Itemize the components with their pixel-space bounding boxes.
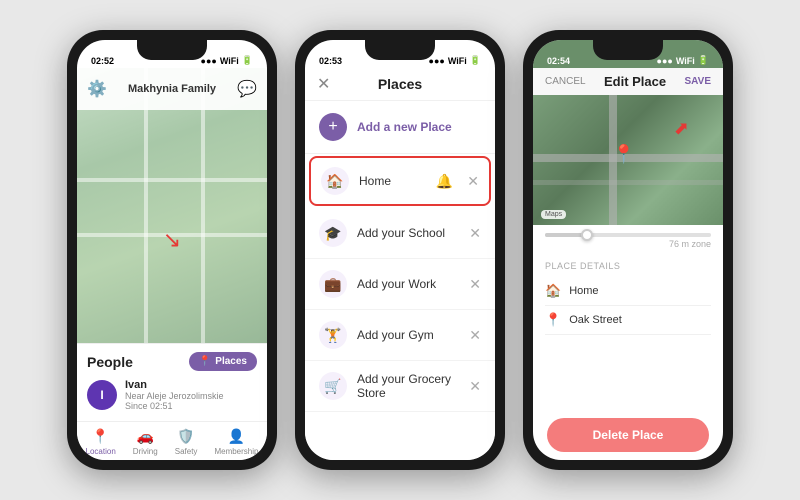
phone-1: 02:52 ●●● WiFi 🔋 ⚙️ Makhynia Family 💬 xyxy=(67,30,277,470)
close-button[interactable]: ✕ xyxy=(317,74,330,94)
place-details-title: Place details xyxy=(545,261,711,271)
map-road-3 xyxy=(533,180,723,185)
grocery-icon: 🛒 xyxy=(319,372,347,400)
gym-icon: 🏋 xyxy=(319,321,347,349)
location-icon: 📍 xyxy=(92,428,109,445)
road-h1 xyxy=(77,178,267,182)
places-header: ✕ Places xyxy=(305,68,495,101)
nav-driving-label: Driving xyxy=(133,447,158,456)
people-panel: People 📍 Places I Ivan Near Aleje Jerozo… xyxy=(77,343,267,421)
place-school[interactable]: 🎓 Add your School ✕ xyxy=(305,208,495,259)
status-icons-3: ●●● WiFi 🔋 xyxy=(657,55,709,66)
map-arrow: ↘ xyxy=(163,227,181,253)
work-label: Add your Work xyxy=(357,277,459,291)
place-address-text: Oak Street xyxy=(569,314,622,326)
places-icon: 📍 xyxy=(199,356,211,367)
person-avatar: I xyxy=(87,380,117,410)
person-info: Ivan Near Aleje Jerozolimskie Since 02:5… xyxy=(125,379,257,411)
home-label: Home xyxy=(359,174,426,188)
notch-2 xyxy=(365,40,435,60)
home-remove-icon[interactable]: ✕ xyxy=(467,173,479,190)
nav-membership[interactable]: 👤 Membership xyxy=(214,428,258,456)
work-remove-icon[interactable]: ✕ xyxy=(469,276,481,293)
nav-membership-label: Membership xyxy=(214,447,258,456)
places-label: Places xyxy=(215,356,247,367)
grocery-label: Add your Grocery Store xyxy=(357,372,459,400)
save-button[interactable]: SAVE xyxy=(685,76,712,87)
map-header: ⚙️ Makhynia Family 💬 xyxy=(77,68,267,110)
radius-thumb[interactable] xyxy=(581,229,593,241)
nav-safety-label: Safety xyxy=(175,447,198,456)
place-details-section: Place details 🏠 Home 📍 Oak Street xyxy=(533,253,723,410)
home-detail-icon: 🏠 xyxy=(545,283,561,299)
gym-label: Add your Gym xyxy=(357,328,459,342)
status-icons-2: ●●● WiFi 🔋 xyxy=(429,55,481,66)
driving-icon: 🚗 xyxy=(137,428,154,445)
bottom-nav: 📍 Location 🚗 Driving 🛡️ Safety 👤 Members… xyxy=(77,421,267,460)
gear-icon[interactable]: ⚙️ xyxy=(87,79,107,99)
notch-3 xyxy=(593,40,663,60)
status-icons-1: ●●● WiFi 🔋 xyxy=(201,55,253,66)
place-gym[interactable]: 🏋 Add your Gym ✕ xyxy=(305,310,495,361)
gym-remove-icon[interactable]: ✕ xyxy=(469,327,481,344)
home-icon: 🏠 xyxy=(321,167,349,195)
map-pin-icon: 📍 xyxy=(613,144,635,165)
message-icon[interactable]: 💬 xyxy=(237,79,257,99)
place-address-row[interactable]: 📍 Oak Street xyxy=(545,306,711,335)
map-preview: 📍 ➡ Maps xyxy=(533,95,723,225)
school-label: Add your School xyxy=(357,226,459,240)
person-location: Near Aleje Jerozolimskie xyxy=(125,391,257,401)
school-icon: 🎓 xyxy=(319,219,347,247)
maps-badge: Maps xyxy=(541,210,566,219)
delete-place-button[interactable]: Delete Place xyxy=(547,418,709,452)
radius-label: 76 m zone xyxy=(545,239,711,249)
safety-icon: 🛡️ xyxy=(177,428,194,445)
nav-location-label: Location xyxy=(86,447,116,456)
place-grocery[interactable]: 🛒 Add your Grocery Store ✕ xyxy=(305,361,495,412)
person-row[interactable]: I Ivan Near Aleje Jerozolimskie Since 02… xyxy=(87,379,257,411)
people-title: People xyxy=(87,354,133,370)
radius-container: 76 m zone xyxy=(533,225,723,253)
add-circle-icon: + xyxy=(319,113,347,141)
place-work[interactable]: 💼 Add your Work ✕ xyxy=(305,259,495,310)
places-screen-title: Places xyxy=(378,76,422,92)
work-icon: 💼 xyxy=(319,270,347,298)
nav-driving[interactable]: 🚗 Driving xyxy=(133,428,158,456)
add-new-place-button[interactable]: + Add a new Place xyxy=(305,101,495,154)
cancel-button[interactable]: CANCEL xyxy=(545,76,586,87)
edit-place-title: Edit Place xyxy=(604,74,666,89)
add-place-label: Add a new Place xyxy=(357,120,452,134)
edit-place-header: CANCEL Edit Place SAVE xyxy=(533,68,723,95)
nav-safety[interactable]: 🛡️ Safety xyxy=(175,428,198,456)
places-button[interactable]: 📍 Places xyxy=(189,352,257,371)
school-remove-icon[interactable]: ✕ xyxy=(469,225,481,242)
place-name-text: Home xyxy=(569,285,598,297)
time-2: 02:53 xyxy=(319,56,342,66)
nav-location[interactable]: 📍 Location xyxy=(86,428,116,456)
place-name-row[interactable]: 🏠 Home xyxy=(545,277,711,306)
person-since: Since 02:51 xyxy=(125,401,257,411)
family-label: Makhynia Family xyxy=(128,83,216,95)
places-list: + Add a new Place 🏠 Home 🔔 ✕ 🎓 Add your … xyxy=(305,101,495,460)
location-detail-icon: 📍 xyxy=(545,312,561,328)
phones-container: 02:52 ●●● WiFi 🔋 ⚙️ Makhynia Family 💬 xyxy=(67,30,733,470)
bell-icon[interactable]: 🔔 xyxy=(436,173,453,190)
phone-2: 02:53 ●●● WiFi 🔋 ✕ Places + Add a new Pl… xyxy=(295,30,505,470)
phone-3: 02:54 ●●● WiFi 🔋 CANCEL Edit Place SAVE xyxy=(523,30,733,470)
time-3: 02:54 xyxy=(547,56,570,66)
grocery-remove-icon[interactable]: ✕ xyxy=(469,378,481,395)
map-area: ⚙️ Makhynia Family 💬 ↘ xyxy=(77,68,267,343)
membership-icon: 👤 xyxy=(228,428,245,445)
person-name: Ivan xyxy=(125,379,257,391)
notch-1 xyxy=(137,40,207,60)
place-home[interactable]: 🏠 Home 🔔 ✕ xyxy=(309,156,491,206)
radius-bar xyxy=(545,233,711,237)
time-1: 02:52 xyxy=(91,56,114,66)
